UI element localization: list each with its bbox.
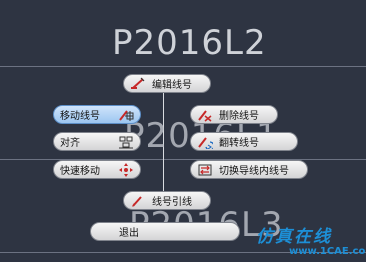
delete-wire-number-icon	[198, 109, 212, 122]
switch-wire-number-label: 切换导线内线号	[219, 166, 289, 177]
quick-move-icon	[119, 162, 133, 177]
align-label: 对齐	[60, 138, 80, 149]
edit-wire-number-label: 编辑线号	[152, 80, 192, 91]
delete-wire-number-label: 删除线号	[219, 111, 259, 122]
move-wire-number-label: 移动线号	[60, 111, 100, 122]
wire-line-middle	[0, 159, 366, 160]
switch-wire-number-button[interactable]: 切换导线内线号	[190, 160, 308, 179]
flip-wire-number-icon	[198, 136, 213, 149]
quick-move-label: 快速移动	[60, 166, 100, 177]
exit-label: 退出	[119, 228, 139, 239]
move-wire-number-button[interactable]: 移动线号	[53, 105, 141, 124]
wire-label-top[interactable]: P2016L2	[112, 23, 267, 63]
wire-number-leader-label: 线号引线	[152, 197, 192, 208]
wire-line-top	[0, 66, 366, 67]
quick-move-button[interactable]: 快速移动	[53, 160, 141, 179]
exit-button[interactable]: 退出	[90, 222, 240, 241]
align-icon	[119, 136, 133, 148]
flip-wire-number-button[interactable]: 翻转线号	[190, 132, 298, 151]
watermark-logo: 仿真在线	[256, 227, 332, 247]
edit-wire-number-button[interactable]: 编辑线号	[123, 74, 211, 93]
edit-wire-number-icon	[131, 77, 145, 89]
wire-number-leader-button[interactable]: 线号引线	[123, 191, 211, 210]
switch-wire-number-icon	[198, 164, 212, 175]
watermark-url: www.1CAE.com	[289, 246, 366, 257]
flip-wire-number-label: 翻转线号	[219, 138, 259, 149]
wire-number-leader-icon	[132, 195, 142, 207]
align-button[interactable]: 对齐	[53, 132, 141, 151]
delete-wire-number-button[interactable]: 删除线号	[190, 105, 278, 124]
move-wire-number-icon	[119, 109, 134, 121]
